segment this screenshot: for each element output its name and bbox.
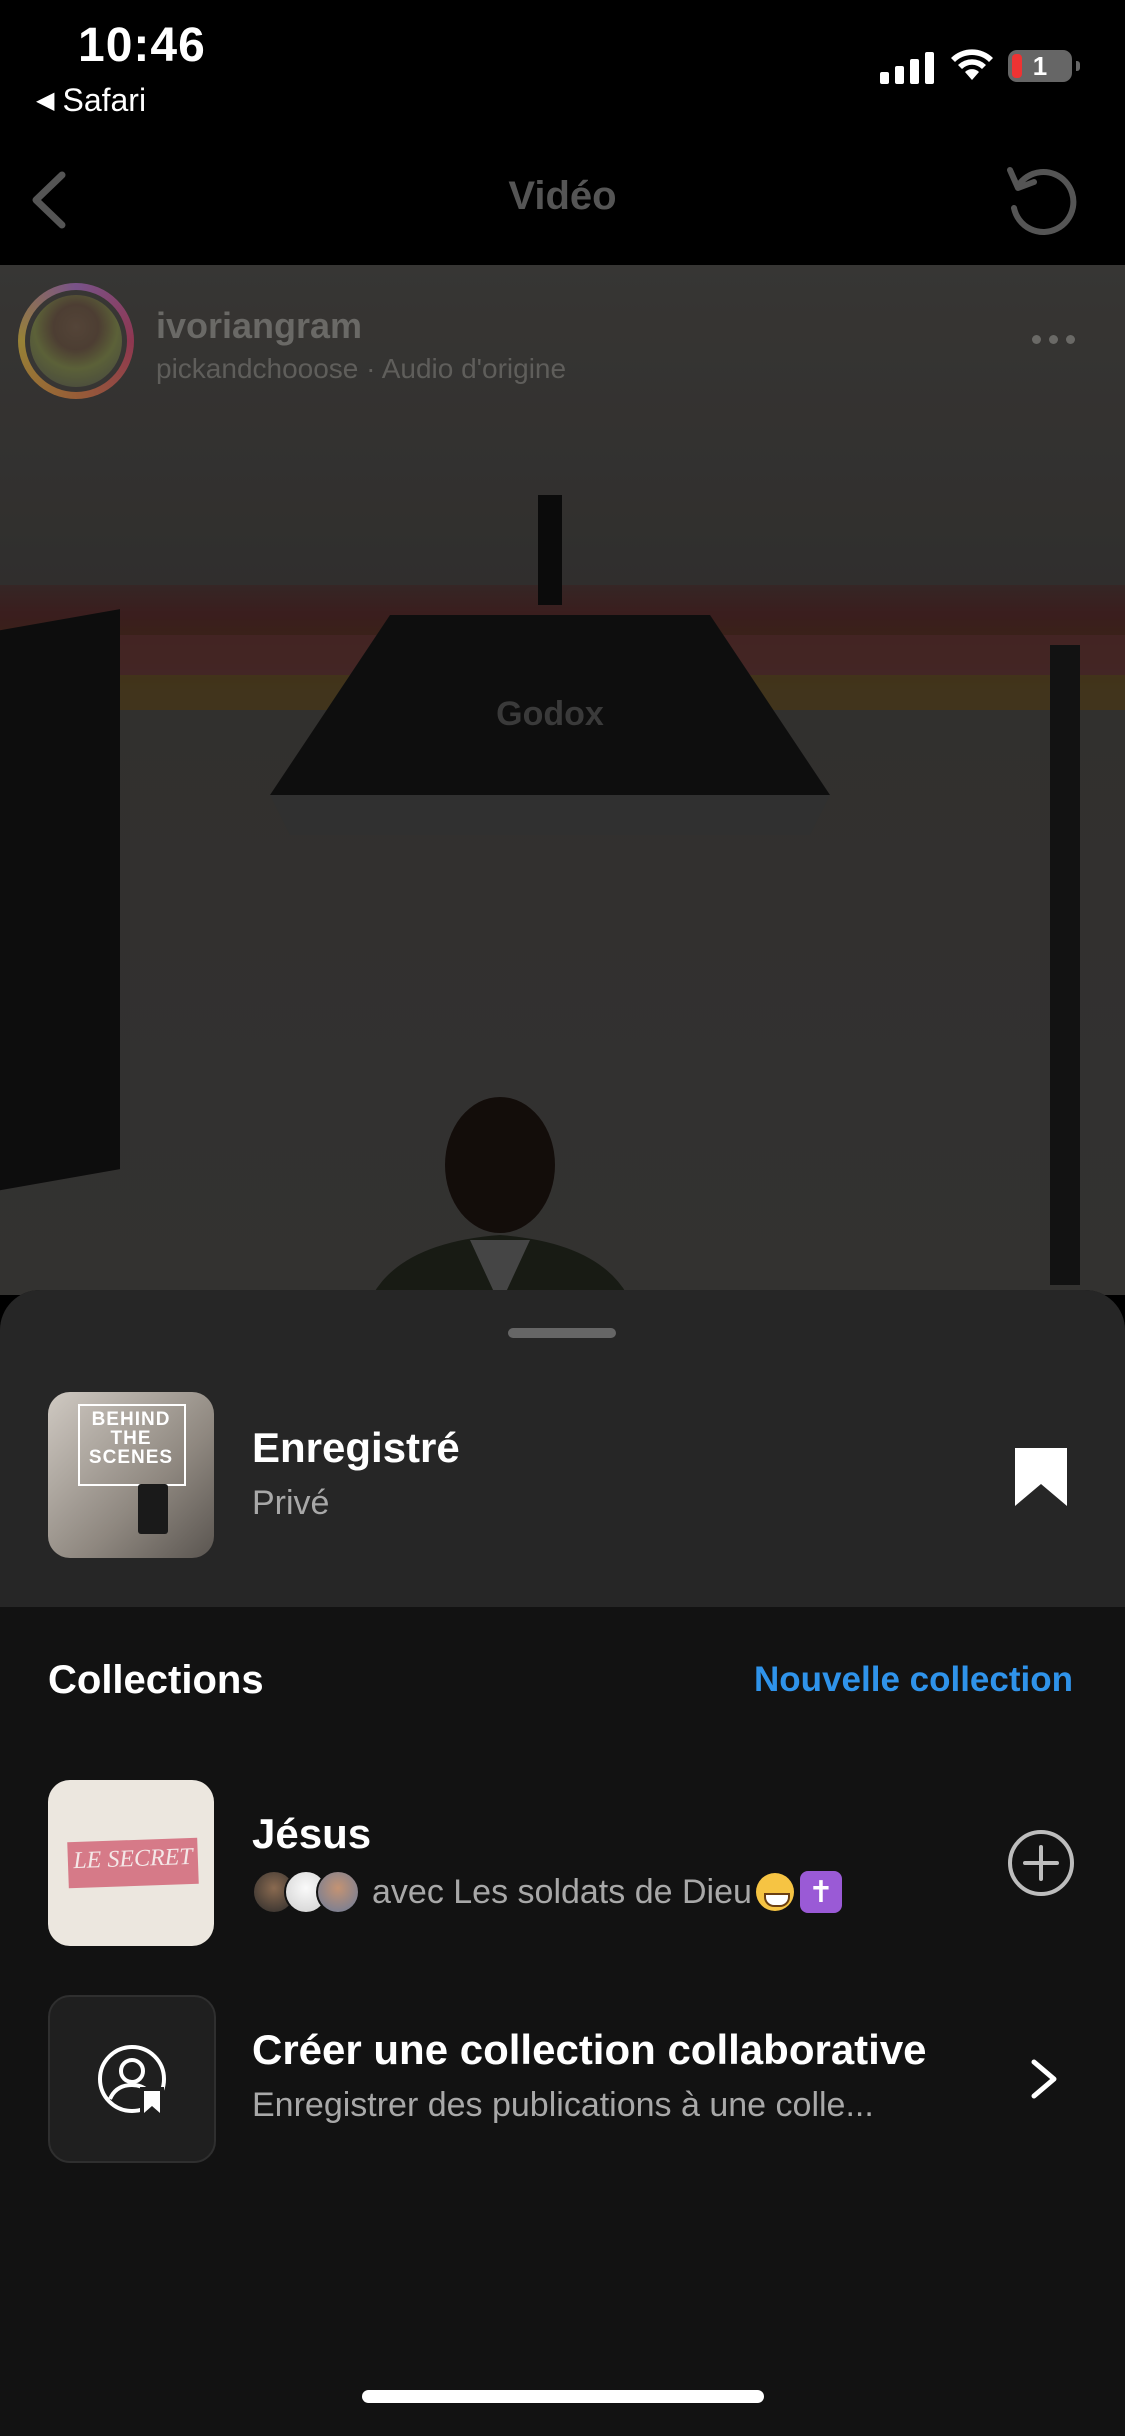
refresh-icon[interactable]	[1000, 160, 1080, 240]
collection-thumbnail-text: LE SECRET	[72, 1843, 194, 1875]
new-collection-button[interactable]: Nouvelle collection	[754, 1660, 1073, 1700]
status-time: 10:46	[78, 19, 206, 72]
sheet-grabber[interactable]	[508, 1328, 616, 1338]
chevron-right-icon[interactable]	[1026, 2056, 1062, 2102]
collab-subtitle: Enregistrer des publications à une colle…	[252, 2086, 874, 2124]
saved-title: Enregistré	[252, 1424, 460, 1471]
cross-emoji-icon: ✝	[799, 1871, 842, 1913]
save-bottom-sheet: BEHIND THE SCENES Enregistré Privé Colle…	[0, 1290, 1125, 2436]
plus-circle-icon[interactable]	[1006, 1828, 1076, 1898]
collection-title: Jésus	[252, 1810, 372, 1857]
bookmark-filled-icon[interactable]	[1013, 1446, 1069, 1508]
nav-bar: Vidéo	[0, 130, 1125, 265]
saved-section: BEHIND THE SCENES Enregistré Privé	[0, 1290, 1125, 1607]
page-title: Vidéo	[508, 174, 617, 218]
video-player[interactable]: Godox ivoriangram pickandchooose · Audio…	[0, 265, 1125, 1295]
avatar	[316, 1870, 360, 1914]
post-audio[interactable]: pickandchooose · Audio d'origine	[156, 353, 566, 385]
collections-heading: Collections	[48, 1658, 264, 1702]
post-username[interactable]: ivoriangram	[156, 305, 362, 347]
saved-privacy: Privé	[252, 1484, 330, 1522]
grinning-emoji-icon	[755, 1873, 794, 1911]
collection-subtitle: avec Les soldats de Dieu	[372, 1872, 752, 1911]
collab-thumbnail	[48, 1995, 216, 2163]
back-to-safari[interactable]: ◀ Safari	[36, 82, 146, 119]
wifi-icon	[951, 49, 993, 80]
battery-icon: 1	[1008, 50, 1080, 82]
saved-thumbnail: BEHIND THE SCENES	[48, 1392, 214, 1558]
battery-level: 1	[1032, 51, 1048, 81]
collab-user-bookmark-icon	[98, 2045, 166, 2115]
cellular-signal-icon	[880, 50, 934, 84]
more-options-icon[interactable]	[1032, 335, 1075, 344]
collection-collaborators: avec Les soldats de Dieu ✝	[252, 1870, 842, 1914]
back-triangle-icon: ◀	[36, 87, 55, 114]
video-dim-overlay	[0, 265, 1125, 1295]
collection-thumbnail: LE SECRET	[48, 1780, 214, 1946]
back-app-label: Safari	[62, 82, 147, 118]
avatar[interactable]	[18, 283, 134, 399]
status-bar: 10:46 ◀ Safari 1	[0, 0, 1125, 130]
saved-thumbnail-text: BEHIND THE SCENES	[88, 1409, 174, 1468]
camera-icon	[138, 1484, 168, 1534]
home-indicator[interactable]	[362, 2390, 764, 2403]
collab-title: Créer une collection collaborative	[252, 2026, 927, 2073]
